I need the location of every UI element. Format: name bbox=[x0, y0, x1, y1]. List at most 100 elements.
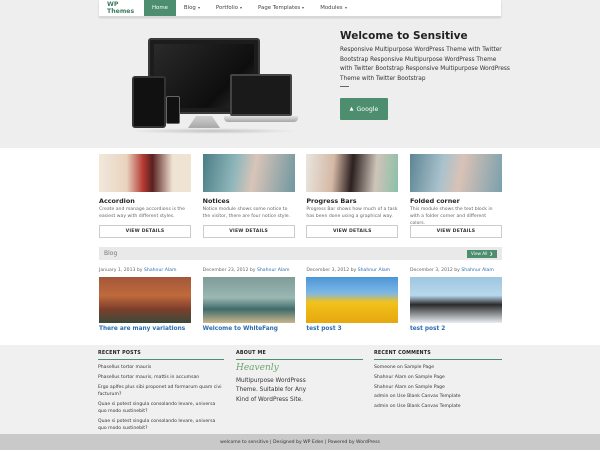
post-thumbnail[interactable] bbox=[99, 277, 191, 323]
recent-post-link[interactable]: Phasellus tortor mauris, mattis in accum… bbox=[98, 374, 224, 381]
recent-comments-widget: RECENT COMMENTS Someone on Sample Page S… bbox=[374, 351, 502, 413]
post-date: January 1, 2013 bbox=[99, 268, 136, 273]
feature-card-progress-bars: Progress Bars Progress Bar shows how muc… bbox=[306, 154, 399, 238]
nav-item-portfolio[interactable]: Portfolio bbox=[208, 0, 250, 16]
recent-post-link[interactable]: Phasellus tortor mauris bbox=[98, 364, 224, 371]
nav-item-label: Modules bbox=[320, 5, 343, 11]
responsive-devices-image bbox=[128, 36, 298, 136]
phone-graphic bbox=[166, 96, 180, 124]
nav-item-label: Blog bbox=[183, 5, 196, 11]
blog-post-card: January 1, 2013 by Shahnur Alam There ar… bbox=[99, 268, 191, 332]
about-text: Multipurpose WordPress Theme. Suitable f… bbox=[236, 378, 307, 403]
arrow-right-icon: ❯ bbox=[489, 251, 493, 256]
recent-comment-link[interactable]: Shahnur Alam on Sample Page bbox=[374, 374, 502, 381]
nav-item-label: Home bbox=[152, 5, 168, 11]
heavenly-logo: Heavenly bbox=[236, 363, 279, 373]
post-meta: January 1, 2013 by Shahnur Alam bbox=[99, 268, 191, 277]
widget-heading: RECENT POSTS bbox=[98, 351, 224, 360]
feature-title: Folded corner bbox=[409, 197, 460, 205]
post-author-link[interactable]: Shahnur Alam bbox=[257, 268, 289, 273]
recent-comments-list: Someone on Sample Page Shahnur Alam on S… bbox=[374, 364, 502, 410]
nav-item-modules[interactable]: Modules bbox=[312, 0, 354, 16]
post-title-link[interactable]: test post 3 bbox=[306, 326, 398, 332]
recent-comment-link[interactable]: Someone on Sample Page bbox=[374, 364, 502, 371]
hero-description: Responsive Multipurpose WordPress Theme … bbox=[340, 47, 510, 82]
blog-section-header: Blog View All ❯ bbox=[99, 247, 502, 260]
feature-card-folded-corner: Folded corner This module shows the text… bbox=[409, 154, 502, 238]
caret-down-icon bbox=[197, 7, 200, 9]
feature-title: Notices bbox=[202, 197, 230, 205]
view-details-button[interactable]: VIEW DETAILS bbox=[202, 225, 295, 238]
post-meta: December 3, 2012 by Shahnur Alam bbox=[410, 268, 502, 277]
recent-comment-link[interactable]: admin on Use Blank Canvas Template bbox=[374, 393, 502, 400]
hero-title: Welcome to Sensitive bbox=[340, 30, 468, 42]
caret-down-icon bbox=[344, 7, 347, 9]
nav-item-blog[interactable]: Blog bbox=[176, 0, 208, 16]
post-title-link[interactable]: There are many variations bbox=[99, 326, 191, 332]
post-title-link[interactable]: test post 2 bbox=[410, 326, 502, 332]
post-thumbnail[interactable] bbox=[409, 277, 502, 323]
feature-image bbox=[99, 154, 191, 192]
hero-divider bbox=[340, 86, 349, 87]
device-shadow bbox=[128, 128, 298, 134]
laptop-graphic bbox=[230, 74, 292, 116]
nav-item-page-templates[interactable]: Page Templates bbox=[250, 0, 312, 16]
feature-description: Progress Bar shows how much of a task ha… bbox=[306, 207, 398, 220]
recent-posts-list: Phasellus tortor mauris Phasellus tortor… bbox=[98, 364, 224, 432]
post-date: December 3, 2012 bbox=[306, 268, 350, 273]
google-icon: ▲ bbox=[349, 106, 354, 112]
google-button[interactable]: ▲ Google bbox=[340, 98, 388, 120]
laptop-base-graphic bbox=[224, 116, 298, 122]
recent-post-link[interactable]: Quae si potest singula consolando levare… bbox=[98, 401, 224, 415]
blog-posts: January 1, 2013 by Shahnur Alam There ar… bbox=[99, 268, 502, 332]
feature-title: Accordion bbox=[99, 197, 135, 205]
view-all-button[interactable]: View All ❯ bbox=[467, 249, 497, 258]
top-navbar: WP Themes Home Blog Portfolio Page Templ… bbox=[99, 0, 501, 17]
post-author-link[interactable]: Shahnur Alam bbox=[358, 268, 390, 273]
google-button-label: Google bbox=[356, 105, 379, 113]
post-meta: December 23, 2012 by Shahnur Alam bbox=[203, 268, 295, 277]
feature-card-notices: Notices Notice module shows some notice … bbox=[202, 154, 295, 238]
blog-post-card: December 3, 2012 by Shahnur Alam test po… bbox=[409, 268, 502, 332]
view-details-button[interactable]: VIEW DETAILS bbox=[99, 225, 191, 238]
feature-title: Progress Bars bbox=[306, 197, 357, 205]
post-by: by bbox=[249, 268, 256, 273]
feature-description: This module shows the text block in with… bbox=[409, 207, 493, 227]
footer-widgets: RECENT POSTS Phasellus tortor mauris Pha… bbox=[0, 345, 600, 434]
copyright-bar: welcome to sensitive | Designed by WP Ed… bbox=[0, 434, 600, 450]
recent-post-link[interactable]: Ergo aplfes plus sibi proponet ad formar… bbox=[98, 384, 224, 398]
nav-item-home[interactable]: Home bbox=[144, 0, 176, 16]
feature-modules: Accordion Create and manage accordions i… bbox=[99, 154, 502, 238]
view-details-button[interactable]: VIEW DETAILS bbox=[306, 225, 399, 238]
post-by: by bbox=[454, 268, 460, 273]
tablet-graphic bbox=[132, 76, 166, 128]
caret-down-icon bbox=[240, 7, 243, 9]
widget-heading: ABOUT ME bbox=[236, 351, 363, 360]
view-all-label: View All bbox=[471, 251, 488, 256]
post-author-link[interactable]: Shahnur Alam bbox=[144, 268, 176, 273]
site-brand[interactable]: WP Themes bbox=[99, 0, 144, 16]
nav-item-label: Portfolio bbox=[215, 5, 239, 11]
copyright-text: welcome to sensitive | Designed by WP Ed… bbox=[220, 439, 380, 445]
blog-post-card: December 23, 2012 by Shahnur Alam Welcom… bbox=[202, 268, 295, 332]
recent-comment-link[interactable]: admin on Use Blank Canvas Template bbox=[374, 403, 502, 410]
hero-section: WP Themes Home Blog Portfolio Page Templ… bbox=[0, 0, 600, 148]
post-author-link[interactable]: Shahnur Alam bbox=[461, 268, 493, 273]
post-date: December 23, 2012 bbox=[202, 268, 249, 273]
recent-comment-link[interactable]: Shahnur Alam on Sample Page bbox=[374, 384, 502, 391]
post-by: by bbox=[350, 268, 357, 273]
blog-section-title: Blog bbox=[104, 250, 118, 257]
caret-down-icon bbox=[302, 7, 305, 9]
recent-post-link[interactable]: Quae si potest singula consolando levare… bbox=[98, 418, 224, 432]
post-by: by bbox=[136, 268, 143, 273]
post-thumbnail[interactable] bbox=[306, 277, 399, 323]
feature-image bbox=[306, 154, 399, 192]
post-thumbnail[interactable] bbox=[202, 277, 295, 323]
widget-heading: RECENT COMMENTS bbox=[374, 351, 502, 360]
monitor-stand-graphic bbox=[188, 116, 220, 128]
post-title-link[interactable]: Welcome to WhiteFang bbox=[203, 326, 295, 332]
about-me-widget: ABOUT ME Heavenly Multipurpose WordPress… bbox=[236, 351, 363, 405]
recent-posts-widget: RECENT POSTS Phasellus tortor mauris Pha… bbox=[98, 351, 224, 435]
feature-card-accordion: Accordion Create and manage accordions i… bbox=[99, 154, 191, 238]
nav-item-label: Page Templates bbox=[258, 5, 301, 11]
